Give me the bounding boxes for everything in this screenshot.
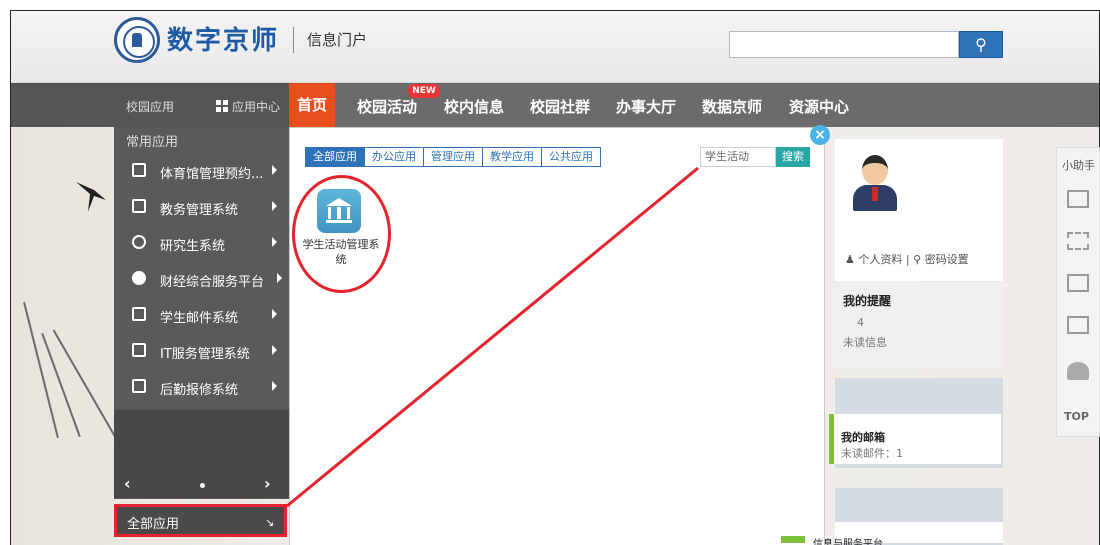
window-icon[interactable] [1067, 316, 1089, 334]
app-category-tabs: 全部应用 办公应用 管理应用 教学应用 公共应用 [305, 147, 601, 167]
app-search-button[interactable]: 搜索 [776, 147, 810, 167]
all-apps-label: 全部应用 [127, 517, 180, 532]
portal-search-button[interactable]: ⚲ [959, 31, 1003, 58]
all-apps-button[interactable]: 全部应用 ↘ [114, 504, 287, 537]
sidebar-item-label: 后勤报修系统 [160, 383, 239, 398]
sidebar-item-academic-affairs[interactable]: 教务管理系统 [114, 189, 289, 225]
pager-dot[interactable] [200, 483, 205, 488]
site-logo-text[interactable]: 数字京师 [167, 20, 279, 57]
key-icon: ⚲ [913, 253, 922, 266]
mail-unread-count: 未读邮件：1 [841, 447, 903, 460]
avatar[interactable] [853, 155, 897, 213]
graduation-cap-icon [132, 235, 146, 249]
helper-title: 小助手 [1062, 159, 1095, 172]
nav-item-home[interactable]: 首页 [289, 83, 336, 127]
back-to-top-button[interactable]: TOP [1064, 410, 1089, 423]
monitor-icon [132, 343, 146, 357]
calendar-icon[interactable] [1067, 274, 1089, 292]
chevron-right-icon [277, 273, 282, 283]
document-icon [132, 307, 146, 321]
finance-icon [132, 271, 146, 285]
tab-teaching-apps[interactable]: 教学应用 [483, 148, 542, 166]
annotation-circle [292, 175, 391, 293]
chevron-right-icon [272, 237, 277, 247]
reminder-label[interactable]: 未读信息 [843, 334, 887, 350]
sidebar-item-label: 财经综合服务平台 [160, 275, 265, 290]
app-search-input[interactable]: 学生活动 [700, 147, 776, 167]
tab-management-apps[interactable]: 管理应用 [424, 148, 483, 166]
reminder-count: 4 [857, 316, 864, 329]
search-icon: ⚲ [975, 35, 987, 54]
mail-title[interactable]: 我的邮箱 [841, 429, 885, 445]
link-separator: | [905, 253, 910, 266]
chevron-right-icon [272, 345, 277, 355]
nav-item-campus-activities[interactable]: 校园活动 [357, 96, 417, 117]
list-icon [132, 199, 146, 213]
sidebar-item-label: 学生邮件系统 [160, 311, 239, 326]
app-center-grid-icon [216, 100, 228, 112]
portal-subtitle: 信息门户 [307, 31, 368, 49]
tab-all-apps[interactable]: 全部应用 [306, 148, 365, 166]
sidebar-item-finance-platform[interactable]: 财经综合服务平台 [114, 261, 289, 297]
close-icon[interactable]: × [810, 125, 830, 145]
pager-next-button[interactable]: › [264, 474, 271, 493]
sidebar-item-label: IT服务管理系统 [160, 347, 250, 362]
grid-icon[interactable] [1067, 232, 1089, 250]
tab-office-apps[interactable]: 办公应用 [365, 148, 424, 166]
nav-campus-apps[interactable]: 校园应用 [126, 98, 174, 115]
nav-item-campus-info[interactable]: 校内信息 [444, 96, 504, 117]
password-settings-link[interactable]: 密码设置 [925, 253, 969, 266]
sidebar-title: 常用应用 [126, 135, 179, 150]
chevron-right-icon [272, 201, 277, 211]
logo-divider [293, 27, 294, 53]
reminder-title[interactable]: 我的提醒 [843, 292, 891, 309]
user-icon: ♟ [845, 253, 855, 266]
nav-item-service-hall[interactable]: 办事大厅 [616, 96, 676, 117]
university-seal-logo[interactable] [114, 17, 160, 63]
pager-prev-button[interactable]: ‹ [124, 474, 131, 493]
sidebar-item-graduate-system[interactable]: 研究生系统 [114, 225, 289, 261]
sidebar-item-it-service[interactable]: IT服务管理系统 [114, 333, 289, 369]
sidebar-item-label: 研究生系统 [160, 239, 226, 254]
nav-app-center[interactable]: 应用中心 [232, 98, 280, 115]
nav-item-resource-center[interactable]: 资源中心 [789, 96, 849, 117]
personal-info-link[interactable]: 个人资料 [858, 253, 902, 266]
nav-item-campus-community[interactable]: 校园社群 [530, 96, 590, 117]
portal-search-input[interactable] [729, 31, 959, 58]
document-icon [132, 163, 146, 177]
lower-card-title[interactable]: 信息与服务平台 [813, 535, 883, 545]
lower-accent-bar [781, 536, 805, 543]
tab-public-apps[interactable]: 公共应用 [542, 148, 600, 166]
mail-icon[interactable] [1067, 190, 1089, 208]
decorative-bird [76, 182, 106, 212]
document-icon [132, 379, 146, 393]
profile-links: ♟ 个人资料 | ⚲ 密码设置 [845, 251, 969, 267]
nav-item-data-bnu[interactable]: 数据京师 [702, 96, 762, 117]
sidebar-item-label: 教务管理系统 [160, 203, 239, 218]
sidebar-item-label: 体育馆管理预约... [160, 167, 264, 182]
chevron-right-icon [272, 309, 277, 319]
expand-arrow-icon: ↘ [265, 516, 275, 529]
sidebar-item-gym-booking[interactable]: 体育馆管理预约... [114, 153, 289, 189]
sidebar-item-logistics-repair[interactable]: 后勤报修系统 [114, 369, 289, 405]
user-icon[interactable] [1067, 362, 1089, 380]
sidebar-item-student-mail[interactable]: 学生邮件系统 [114, 297, 289, 333]
new-badge: NEW [408, 84, 440, 98]
chevron-right-icon [272, 165, 277, 175]
chevron-right-icon [272, 381, 277, 391]
